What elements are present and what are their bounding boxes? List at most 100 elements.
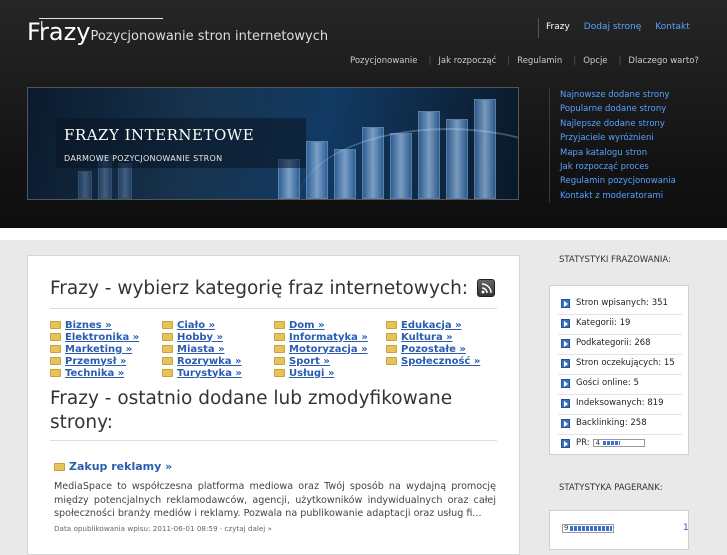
quick-link[interactable]: Kontakt z moderatorami [560, 189, 676, 203]
arrow-icon [561, 438, 570, 448]
folder-icon [50, 345, 61, 353]
nav-item-jak-rozpoczac[interactable]: Jak rozpocząć [431, 56, 507, 66]
header-banner: FRAZY INTERNETOWE DARMOWE POZYCJONOWANIE… [27, 87, 519, 200]
folder-icon [50, 333, 61, 341]
banner-curve [298, 128, 518, 199]
stat-row: Gości online: 5 [561, 375, 639, 391]
pagerank-fill [602, 441, 620, 445]
folder-icon [274, 369, 285, 377]
article-title-link[interactable]: Zakup reklamy » [54, 460, 496, 473]
article-item: Zakup reklamy » MediaSpace to współczesn… [54, 460, 496, 533]
divider [50, 440, 497, 441]
folder-icon [386, 357, 397, 365]
header: Frazy | Pozycjonowanie stron internetowych… [0, 0, 727, 228]
folder-icon [274, 357, 285, 365]
category-link[interactable]: Sport » [274, 355, 386, 367]
nav-item-opcje[interactable]: Opcje [576, 56, 618, 66]
article-excerpt: MediaSpace to współczesna platforma medi… [54, 481, 496, 520]
category-link[interactable]: Rozrywka » [162, 355, 274, 367]
category-link[interactable]: Informatyka » [274, 331, 386, 343]
category-link[interactable]: Marketing » [50, 343, 162, 355]
stat-row: Indeksowanych: 819 [561, 395, 664, 411]
category-link[interactable]: Dom » [274, 319, 386, 331]
category-link[interactable]: Usługi » [274, 367, 386, 379]
category-link[interactable]: Edukacja » [386, 319, 498, 331]
banner-bar [118, 163, 132, 199]
article-meta: Data opublikowania wpisu: 2011-06-01 08:… [54, 523, 272, 533]
folder-icon [386, 321, 397, 329]
banner-bar [78, 171, 92, 199]
pagerank-value: 4 [595, 439, 601, 447]
banner-title: FRAZY INTERNETOWE [64, 126, 255, 144]
arrow-icon [561, 398, 570, 408]
category-link[interactable]: Ciało » [162, 319, 274, 331]
top-link-add-site[interactable]: Dodaj stronę [577, 18, 649, 38]
pagerank-row-bar: 9 [562, 524, 614, 533]
category-link[interactable]: Technika » [50, 367, 162, 379]
category-link[interactable]: Miasta » [162, 343, 274, 355]
main-content: Frazy - wybierz kategorię fraz interneto… [27, 255, 520, 555]
folder-icon [50, 321, 61, 329]
quick-link[interactable]: Regulamin pozycjonowania [560, 174, 676, 188]
category-link[interactable]: Pozostałe » [386, 343, 498, 355]
folder-icon [162, 357, 173, 365]
logo-text[interactable]: Frazy [27, 18, 90, 46]
pagerank-heading: STATYSTYKA PAGERANK: [559, 483, 663, 493]
folder-icon [162, 369, 173, 377]
category-link[interactable]: Kultura » [386, 331, 498, 343]
arrow-icon [561, 418, 570, 428]
folder-icon [50, 357, 61, 365]
stat-row: Stron wpisanych: 351 [561, 295, 668, 311]
folder-icon [274, 321, 285, 329]
arrow-icon [561, 358, 570, 368]
category-link[interactable]: Przemysł » [50, 355, 162, 367]
recent-heading: Frazy - ostatnio dodane lub zmodyfikowan… [50, 388, 453, 433]
pagerank-row-fill [570, 526, 612, 531]
arrow-icon [561, 378, 570, 388]
stat-row: Kategorii: 19 [561, 315, 630, 331]
quick-link[interactable]: Jak rozpocząć proces [560, 160, 676, 174]
arrow-icon [561, 298, 570, 308]
category-link[interactable]: Turystyka » [162, 367, 274, 379]
category-link[interactable]: Elektronika » [50, 331, 162, 343]
quick-link[interactable]: Popularne dodane strony [560, 102, 676, 116]
site-logo[interactable]: Frazy | Pozycjonowanie stron internetowych [27, 18, 328, 46]
top-link-contact[interactable]: Kontakt [648, 18, 696, 38]
pagerank-row-count[interactable]: 1 [683, 523, 689, 533]
nav-item-dlaczego-warto[interactable]: Dlaczego warto? [621, 56, 709, 66]
stat-row-pr: PR: 4 [561, 435, 645, 451]
folder-icon [54, 462, 65, 471]
top-link-frazy[interactable]: Frazy [539, 18, 577, 38]
quick-link[interactable]: Mapa katalogu stron [560, 146, 676, 160]
category-link[interactable]: Motoryzacja » [274, 343, 386, 355]
nav-item-pozycjonowanie[interactable]: Pozycjonowanie [343, 56, 428, 66]
folder-icon [386, 345, 397, 353]
divider [50, 308, 497, 309]
folder-icon [386, 333, 397, 341]
category-link[interactable]: Społeczność » [386, 355, 498, 367]
stat-row: Podkategorii: 268 [561, 335, 651, 351]
categories-heading: Frazy - wybierz kategorię fraz interneto… [50, 278, 469, 299]
stats-box: Stron wpisanych: 351 Kategorii: 19 Podka… [549, 285, 689, 455]
folder-icon [50, 369, 61, 377]
quick-link[interactable]: Najnowsze dodane strony [560, 88, 676, 102]
pagerank-box: 9 1 [549, 510, 689, 550]
category-link[interactable]: Biznes » [50, 319, 162, 331]
folder-icon [162, 321, 173, 329]
quick-link[interactable]: Przyjaciele wyróżnieni [560, 131, 676, 145]
stat-row: Backlinking: 258 [561, 415, 647, 431]
logo-separator: | [39, 18, 163, 37]
category-grid: Biznes » Ciało » Dom » Edukacja » Elektr… [50, 319, 497, 379]
folder-icon [274, 333, 285, 341]
category-link[interactable]: Hobby » [162, 331, 274, 343]
quick-link[interactable]: Najlepsze dodane strony [560, 117, 676, 131]
banner-subtitle: DARMOWE POZYCJONOWANIE STRON [64, 154, 223, 163]
main-nav: Pozycjonowanie | Jak rozpocząć | Regulamin… [343, 56, 710, 66]
nav-item-regulamin[interactable]: Regulamin [510, 56, 573, 66]
rss-icon[interactable] [477, 279, 495, 297]
pagerank-row-value: 9 [564, 524, 569, 532]
site-tagline: Pozycjonowanie stron internetowych [90, 29, 329, 44]
stats-heading: STATYSTYKI FRAZOWANIA: [559, 255, 671, 265]
folder-icon [162, 345, 173, 353]
pagerank-bar: 4 [592, 439, 645, 447]
